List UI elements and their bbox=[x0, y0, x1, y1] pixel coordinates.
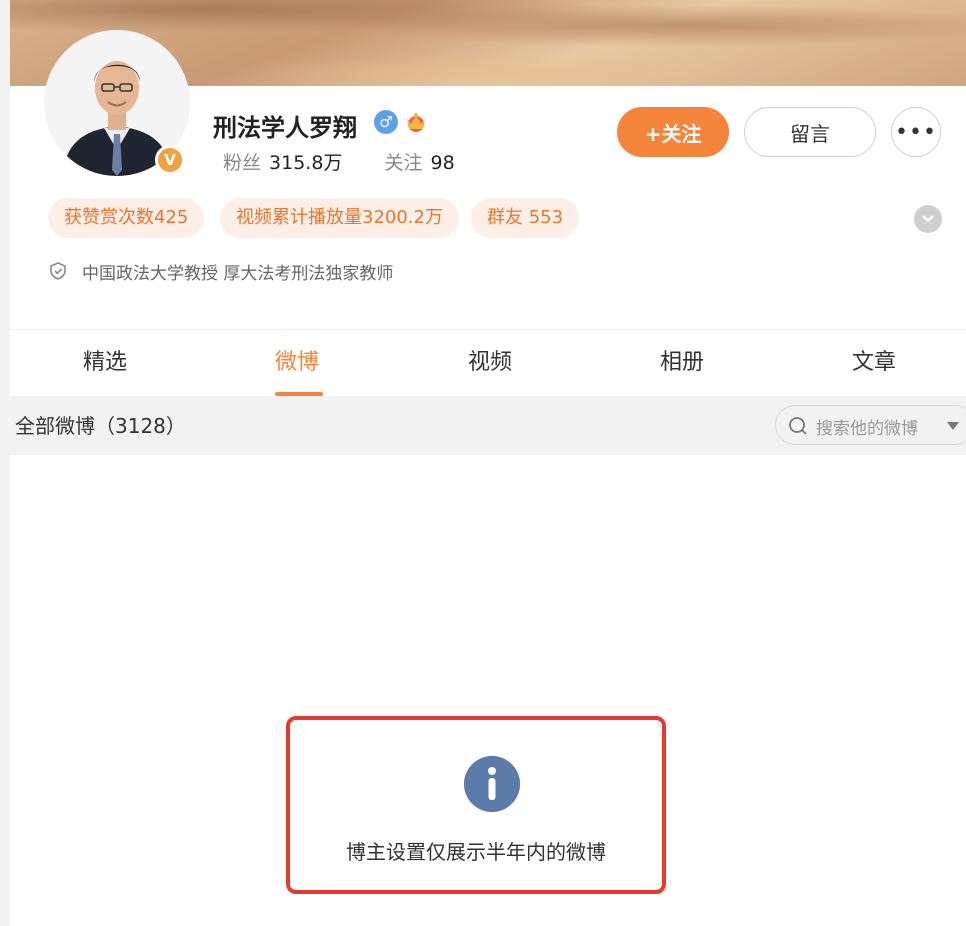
profile-stats: 粉丝 315.8万 关注 98 bbox=[223, 148, 455, 175]
tab-articles[interactable]: 文章 bbox=[814, 330, 934, 396]
tab-weibo-label: 微博 bbox=[274, 350, 319, 375]
tag-group-friends[interactable]: 群友 553 bbox=[471, 198, 580, 238]
dropdown-caret-icon[interactable] bbox=[947, 422, 959, 430]
tag-video-plays: 视频累计播放量3200.2万 bbox=[220, 198, 459, 238]
tab-active-indicator bbox=[275, 392, 323, 396]
profile-name: 刑法学人罗翔 bbox=[213, 114, 357, 142]
all-weibo-title: 全部微博（3128） bbox=[15, 414, 186, 438]
follow-count[interactable]: 98 bbox=[431, 152, 455, 174]
tab-album[interactable]: 相册 bbox=[622, 330, 742, 396]
notice-box: 博主设置仅展示半年内的微博 bbox=[286, 716, 666, 894]
tab-video[interactable]: 视频 bbox=[430, 330, 550, 396]
tag-reward-count: 获赞赏次数425 bbox=[48, 198, 205, 238]
fans-label: 粉丝 bbox=[223, 152, 262, 174]
verified-badge-icon: V bbox=[155, 145, 185, 175]
expand-chevron-icon[interactable] bbox=[914, 205, 942, 233]
fans-count[interactable]: 315.8万 bbox=[269, 152, 342, 174]
crown-icon bbox=[407, 113, 425, 132]
male-gender-icon: ♂ bbox=[374, 110, 398, 134]
follow-button[interactable]: +关注 bbox=[617, 107, 729, 157]
notice-message: 博主设置仅展示半年内的微博 bbox=[346, 840, 606, 864]
info-icon bbox=[464, 756, 520, 812]
search-icon bbox=[789, 417, 807, 435]
tab-weibo[interactable]: 微博 bbox=[237, 330, 357, 396]
message-button[interactable]: 留言 bbox=[744, 107, 876, 157]
more-options-button[interactable]: ••• bbox=[891, 107, 941, 157]
shield-icon bbox=[50, 262, 66, 280]
profile-tabs: 精选 微博 视频 相册 文章 bbox=[10, 329, 966, 396]
tab-featured[interactable]: 精选 bbox=[45, 330, 165, 396]
profile-description: 中国政法大学教授 厚大法考刑法独家教师 bbox=[82, 264, 394, 284]
search-weibo-input[interactable]: 搜索他的微博 bbox=[775, 405, 966, 445]
follow-label: 关注 bbox=[384, 152, 423, 174]
search-placeholder: 搜索他的微博 bbox=[816, 419, 918, 439]
